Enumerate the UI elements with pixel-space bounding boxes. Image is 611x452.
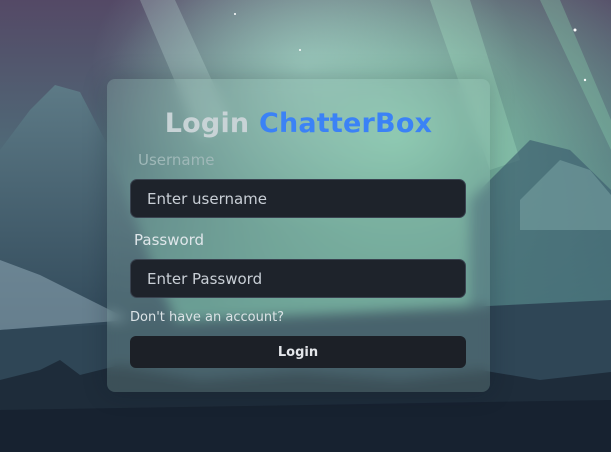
username-input[interactable]: [130, 179, 466, 218]
login-button[interactable]: Login: [130, 336, 466, 368]
brand-name: ChatterBox: [258, 108, 433, 139]
password-label: Password: [134, 231, 205, 249]
title-prefix: Login: [164, 108, 250, 139]
username-label: Username: [138, 151, 215, 169]
password-input[interactable]: [130, 259, 466, 298]
signup-link[interactable]: Don't have an account?: [130, 309, 284, 327]
page-title: Login ChatterBox: [0, 106, 597, 142]
